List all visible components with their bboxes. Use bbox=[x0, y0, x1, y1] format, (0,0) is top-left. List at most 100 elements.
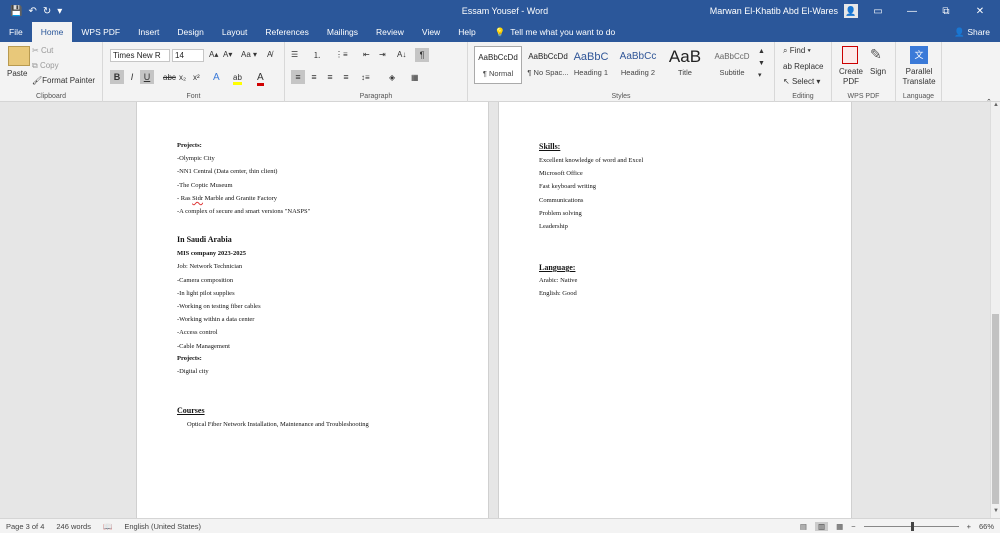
strikethrough-button[interactable]: abc bbox=[163, 73, 176, 82]
tab-layout[interactable]: Layout bbox=[213, 22, 257, 42]
tab-home[interactable]: Home bbox=[31, 22, 73, 42]
change-case-button[interactable]: Aa ▾ bbox=[241, 50, 257, 59]
page-count[interactable]: Page 3 of 4 bbox=[0, 522, 50, 531]
tab-help[interactable]: Help bbox=[449, 22, 484, 42]
paste-button[interactable]: Paste bbox=[7, 69, 27, 78]
font-name-box[interactable]: Times New R bbox=[110, 49, 170, 62]
proofing-icon[interactable]: 📖 bbox=[97, 522, 118, 531]
clear-formatting-button[interactable]: A̸ bbox=[267, 50, 272, 59]
qat-customize-icon[interactable]: ▾ bbox=[57, 6, 62, 17]
style-sample: AaBbCc bbox=[619, 51, 657, 62]
shrink-font-button[interactable]: A▾ bbox=[223, 50, 232, 59]
numbering-button[interactable]: ⒈ bbox=[313, 50, 321, 61]
find-button[interactable]: ⌕ Find ▾ bbox=[783, 46, 811, 56]
scroll-up-icon[interactable]: ▲ bbox=[991, 102, 1000, 112]
tab-references[interactable]: References bbox=[256, 22, 317, 42]
shading-button[interactable]: ◈ bbox=[389, 73, 395, 82]
line-spacing-button[interactable]: ↕≡ bbox=[361, 73, 370, 82]
sign-button[interactable]: Sign bbox=[870, 67, 886, 76]
ribbon-display-icon[interactable]: ▭ bbox=[864, 6, 892, 17]
styles-group: AaBbCcDd ¶ Normal AaBbCcDd ¶ No Spac... … bbox=[468, 42, 775, 102]
minimize-icon[interactable]: — bbox=[898, 6, 926, 17]
increase-indent-button[interactable]: ⇥ bbox=[379, 50, 386, 59]
align-left-button[interactable]: ≡ bbox=[291, 70, 305, 84]
style-normal[interactable]: AaBbCcDd ¶ Normal bbox=[474, 46, 522, 84]
style-heading-1[interactable]: AaBbC Heading 1 bbox=[567, 46, 615, 84]
tab-design[interactable]: Design bbox=[168, 22, 212, 42]
copy-button[interactable]: ⧉ Copy bbox=[32, 61, 59, 71]
sort-button[interactable]: A↓ bbox=[397, 50, 406, 59]
read-mode-icon[interactable]: ▤ bbox=[800, 522, 807, 531]
tab-review[interactable]: Review bbox=[367, 22, 413, 42]
web-layout-icon[interactable]: ▦ bbox=[836, 522, 843, 531]
tab-insert[interactable]: Insert bbox=[129, 22, 168, 42]
share-button[interactable]: 👤 Share bbox=[954, 22, 1000, 42]
tell-me-box[interactable]: 💡 Tell me what you want to do bbox=[485, 22, 625, 42]
tab-mailings[interactable]: Mailings bbox=[318, 22, 367, 42]
save-icon[interactable]: 💾 bbox=[10, 6, 22, 17]
user-name[interactable]: Marwan El-Khatib Abd El-Wares bbox=[710, 6, 838, 16]
style-title[interactable]: AaB Title bbox=[661, 46, 709, 84]
borders-button[interactable]: ▦ bbox=[411, 73, 419, 82]
select-button[interactable]: ↖ Select ▾ bbox=[783, 77, 820, 86]
italic-button[interactable]: I bbox=[125, 70, 139, 84]
editing-label: Editing bbox=[792, 93, 814, 100]
style-sample: AaB bbox=[668, 47, 702, 66]
show-formatting-button[interactable]: ¶ bbox=[415, 48, 429, 62]
close-icon[interactable]: ✕ bbox=[966, 6, 994, 17]
align-right-button[interactable]: ≡ bbox=[323, 70, 337, 84]
scroll-down-icon[interactable]: ▼ bbox=[991, 508, 1000, 518]
superscript-button[interactable]: x² bbox=[193, 73, 200, 82]
style-name: ¶ No Spac... bbox=[527, 68, 569, 77]
doc-line: Projects: bbox=[177, 355, 202, 362]
print-layout-icon[interactable]: ▥ bbox=[815, 521, 829, 531]
underline-button[interactable]: U bbox=[140, 70, 154, 84]
tab-wps-pdf[interactable]: WPS PDF bbox=[72, 22, 129, 42]
bold-button[interactable]: B bbox=[110, 70, 124, 84]
center-button[interactable]: ≡ bbox=[307, 70, 321, 84]
cut-button[interactable]: ✂ Cut bbox=[32, 46, 53, 55]
font-color-button[interactable]: A bbox=[257, 72, 264, 86]
grow-font-button[interactable]: A▴ bbox=[209, 50, 218, 59]
format-painter-button[interactable]: 🖌Format Painter bbox=[32, 76, 95, 85]
zoom-slider[interactable] bbox=[863, 521, 959, 531]
replace-button[interactable]: ab Replace bbox=[783, 62, 823, 71]
style-no-spacing[interactable]: AaBbCcDd ¶ No Spac... bbox=[524, 46, 572, 84]
word-count[interactable]: 246 words bbox=[50, 522, 97, 531]
text-effects-button[interactable]: A bbox=[213, 72, 220, 83]
language-indicator[interactable]: English (United States) bbox=[118, 522, 207, 531]
avatar[interactable]: 👤 bbox=[844, 4, 858, 18]
subscript-button[interactable]: x₂ bbox=[179, 73, 186, 82]
style-heading-2[interactable]: AaBbCc Heading 2 bbox=[614, 46, 662, 84]
zoom-out-button[interactable]: − bbox=[851, 522, 855, 531]
create-pdf-button[interactable]: Create PDF bbox=[838, 67, 864, 87]
vertical-scrollbar[interactable]: ▲ ▼ bbox=[990, 102, 1000, 518]
justify-button[interactable]: ≡ bbox=[339, 70, 353, 84]
tab-view[interactable]: View bbox=[413, 22, 449, 42]
scrollbar-thumb[interactable] bbox=[992, 314, 999, 504]
zoom-slider-knob[interactable] bbox=[911, 521, 915, 531]
highlight-color-button[interactable]: ab bbox=[233, 73, 242, 85]
tab-file[interactable]: File bbox=[0, 22, 32, 42]
undo-icon[interactable]: ↶ bbox=[28, 6, 36, 17]
multilevel-list-button[interactable]: ⋮≡ bbox=[335, 50, 348, 59]
style-subtitle[interactable]: AaBbCcD Subtitle bbox=[708, 46, 756, 84]
ribbon: Paste ✂ Cut ⧉ Copy 🖌Format Painter Clipb… bbox=[0, 42, 1000, 106]
sign-icon: ✎ bbox=[870, 46, 882, 62]
font-size-box[interactable]: 14 bbox=[172, 49, 204, 62]
decrease-indent-button[interactable]: ⇤ bbox=[363, 50, 370, 59]
styles-scroll-arrows[interactable]: ▲ ▼ ▾ bbox=[758, 46, 765, 82]
search-icon: ⌕ bbox=[783, 46, 790, 55]
paste-icon[interactable] bbox=[8, 46, 30, 66]
share-icon: 👤 bbox=[954, 27, 965, 37]
doc-line: -Working within a data center bbox=[177, 316, 255, 323]
quick-access-toolbar: 💾 ↶ ↻ ▾ bbox=[0, 6, 300, 17]
bullets-button[interactable]: ☰ bbox=[291, 50, 298, 59]
doc-line: -Access control bbox=[177, 329, 218, 336]
doc-line: -Cable Management bbox=[177, 343, 230, 350]
restore-icon[interactable]: ⧉ bbox=[932, 6, 960, 17]
parallel-translate-button[interactable]: Parallel Translate bbox=[900, 67, 938, 87]
redo-icon[interactable]: ↻ bbox=[43, 6, 51, 17]
zoom-level[interactable]: 66% bbox=[979, 522, 994, 531]
zoom-in-button[interactable]: + bbox=[967, 522, 971, 531]
